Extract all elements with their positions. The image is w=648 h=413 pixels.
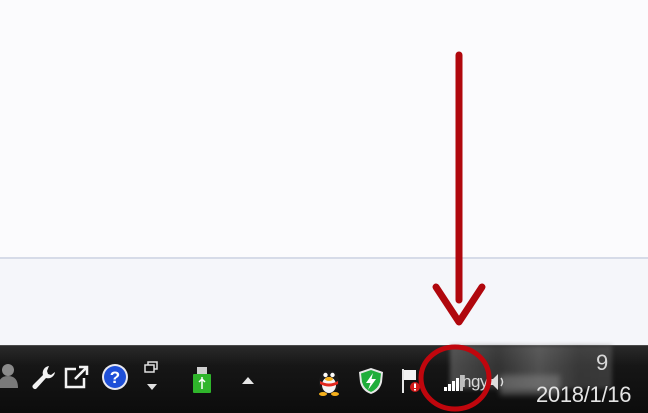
clock-date[interactable]: 2018/1/16 [536,382,631,408]
desktop-area [0,259,648,345]
restore-window-icon[interactable] [143,360,161,394]
shield-icon[interactable] [357,367,385,395]
speaker-icon[interactable] [486,371,508,393]
network-name: hgy [462,372,488,391]
window-content-area [0,0,648,258]
qq-penguin-icon[interactable] [315,366,343,396]
clock-time[interactable]: 9 [596,350,608,376]
user-icon[interactable] [0,362,20,388]
external-link-icon[interactable] [63,364,89,390]
show-hidden-icon[interactable] [241,374,255,386]
svg-text:?: ? [110,368,120,387]
action-center-flag-icon[interactable] [400,367,422,395]
usb-icon[interactable] [191,366,213,394]
wrench-icon[interactable] [31,364,57,390]
help-icon[interactable]: ? [101,363,129,391]
